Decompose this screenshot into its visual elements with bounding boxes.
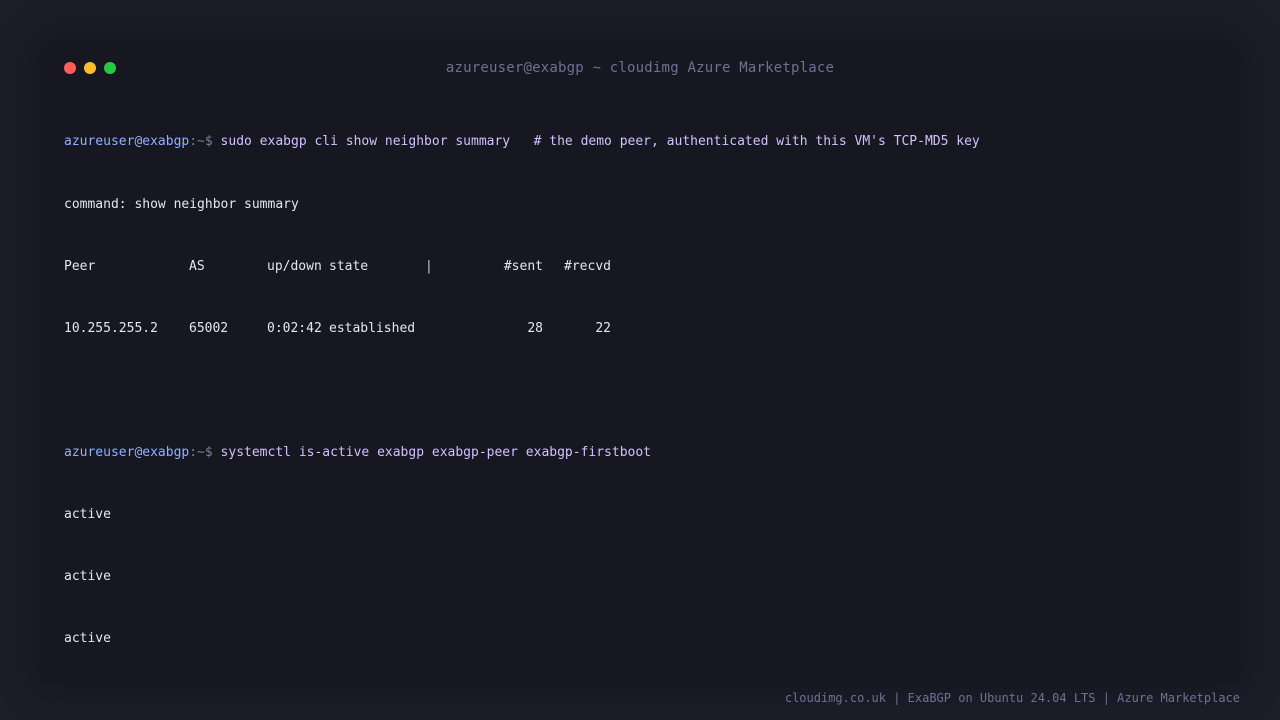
table-row: 10.255.255.2 65002 0:02:42 established 28 22: [64, 319, 1224, 340]
status-line: active: [64, 569, 111, 585]
header-peer: Peer: [64, 258, 96, 274]
cell-sent: 28: [527, 320, 543, 336]
header-sent: #sent: [503, 258, 543, 274]
command-line: azureuser@exabgp:~$ systemctl is-active …: [64, 443, 1224, 464]
output-line: command: show neighbor summary: [64, 196, 299, 212]
status-line: active: [64, 506, 111, 522]
header-state: state: [329, 258, 369, 274]
cell-state: established: [329, 320, 416, 336]
header-updown: up/down: [267, 258, 322, 274]
cell-as: 65002: [189, 320, 229, 336]
terminal-window: azureuser@exabgp ~ cloudimg Azure Market…: [40, 40, 1240, 684]
header-as: AS: [189, 258, 205, 274]
prompt-user: azureuser@exabgp: [64, 444, 190, 460]
prompt-path: :~$: [189, 444, 213, 460]
command-line: azureuser@exabgp:~$ sudo exabgp cli show…: [64, 132, 1224, 153]
footer-caption: cloudimg.co.uk | ExaBGP on Ubuntu 24.04 …: [784, 691, 1240, 705]
prompt-path: :~$: [189, 134, 213, 150]
prompt-user: azureuser@exabgp: [64, 134, 190, 150]
title-bar: azureuser@exabgp ~ cloudimg Azure Market…: [40, 40, 1240, 96]
status-line: active: [64, 631, 111, 647]
header-recvd: #recvd: [564, 258, 611, 274]
cell-updown: 0:02:42: [267, 320, 322, 336]
terminal-output[interactable]: azureuser@exabgp:~$ sudo exabgp cli show…: [64, 91, 1224, 691]
window-title: azureuser@exabgp ~ cloudimg Azure Market…: [445, 60, 835, 76]
command-text: sudo exabgp cli show neighbor summary # …: [220, 134, 980, 150]
cell-peer: 10.255.255.2: [64, 320, 158, 336]
command-text: systemctl is-active exabgp exabgp-peer e…: [220, 444, 652, 460]
cell-recvd: 22: [595, 320, 611, 336]
table-header: Peer AS up/down state | #sent #recvd: [64, 257, 1224, 278]
header-separator: |: [425, 258, 433, 274]
